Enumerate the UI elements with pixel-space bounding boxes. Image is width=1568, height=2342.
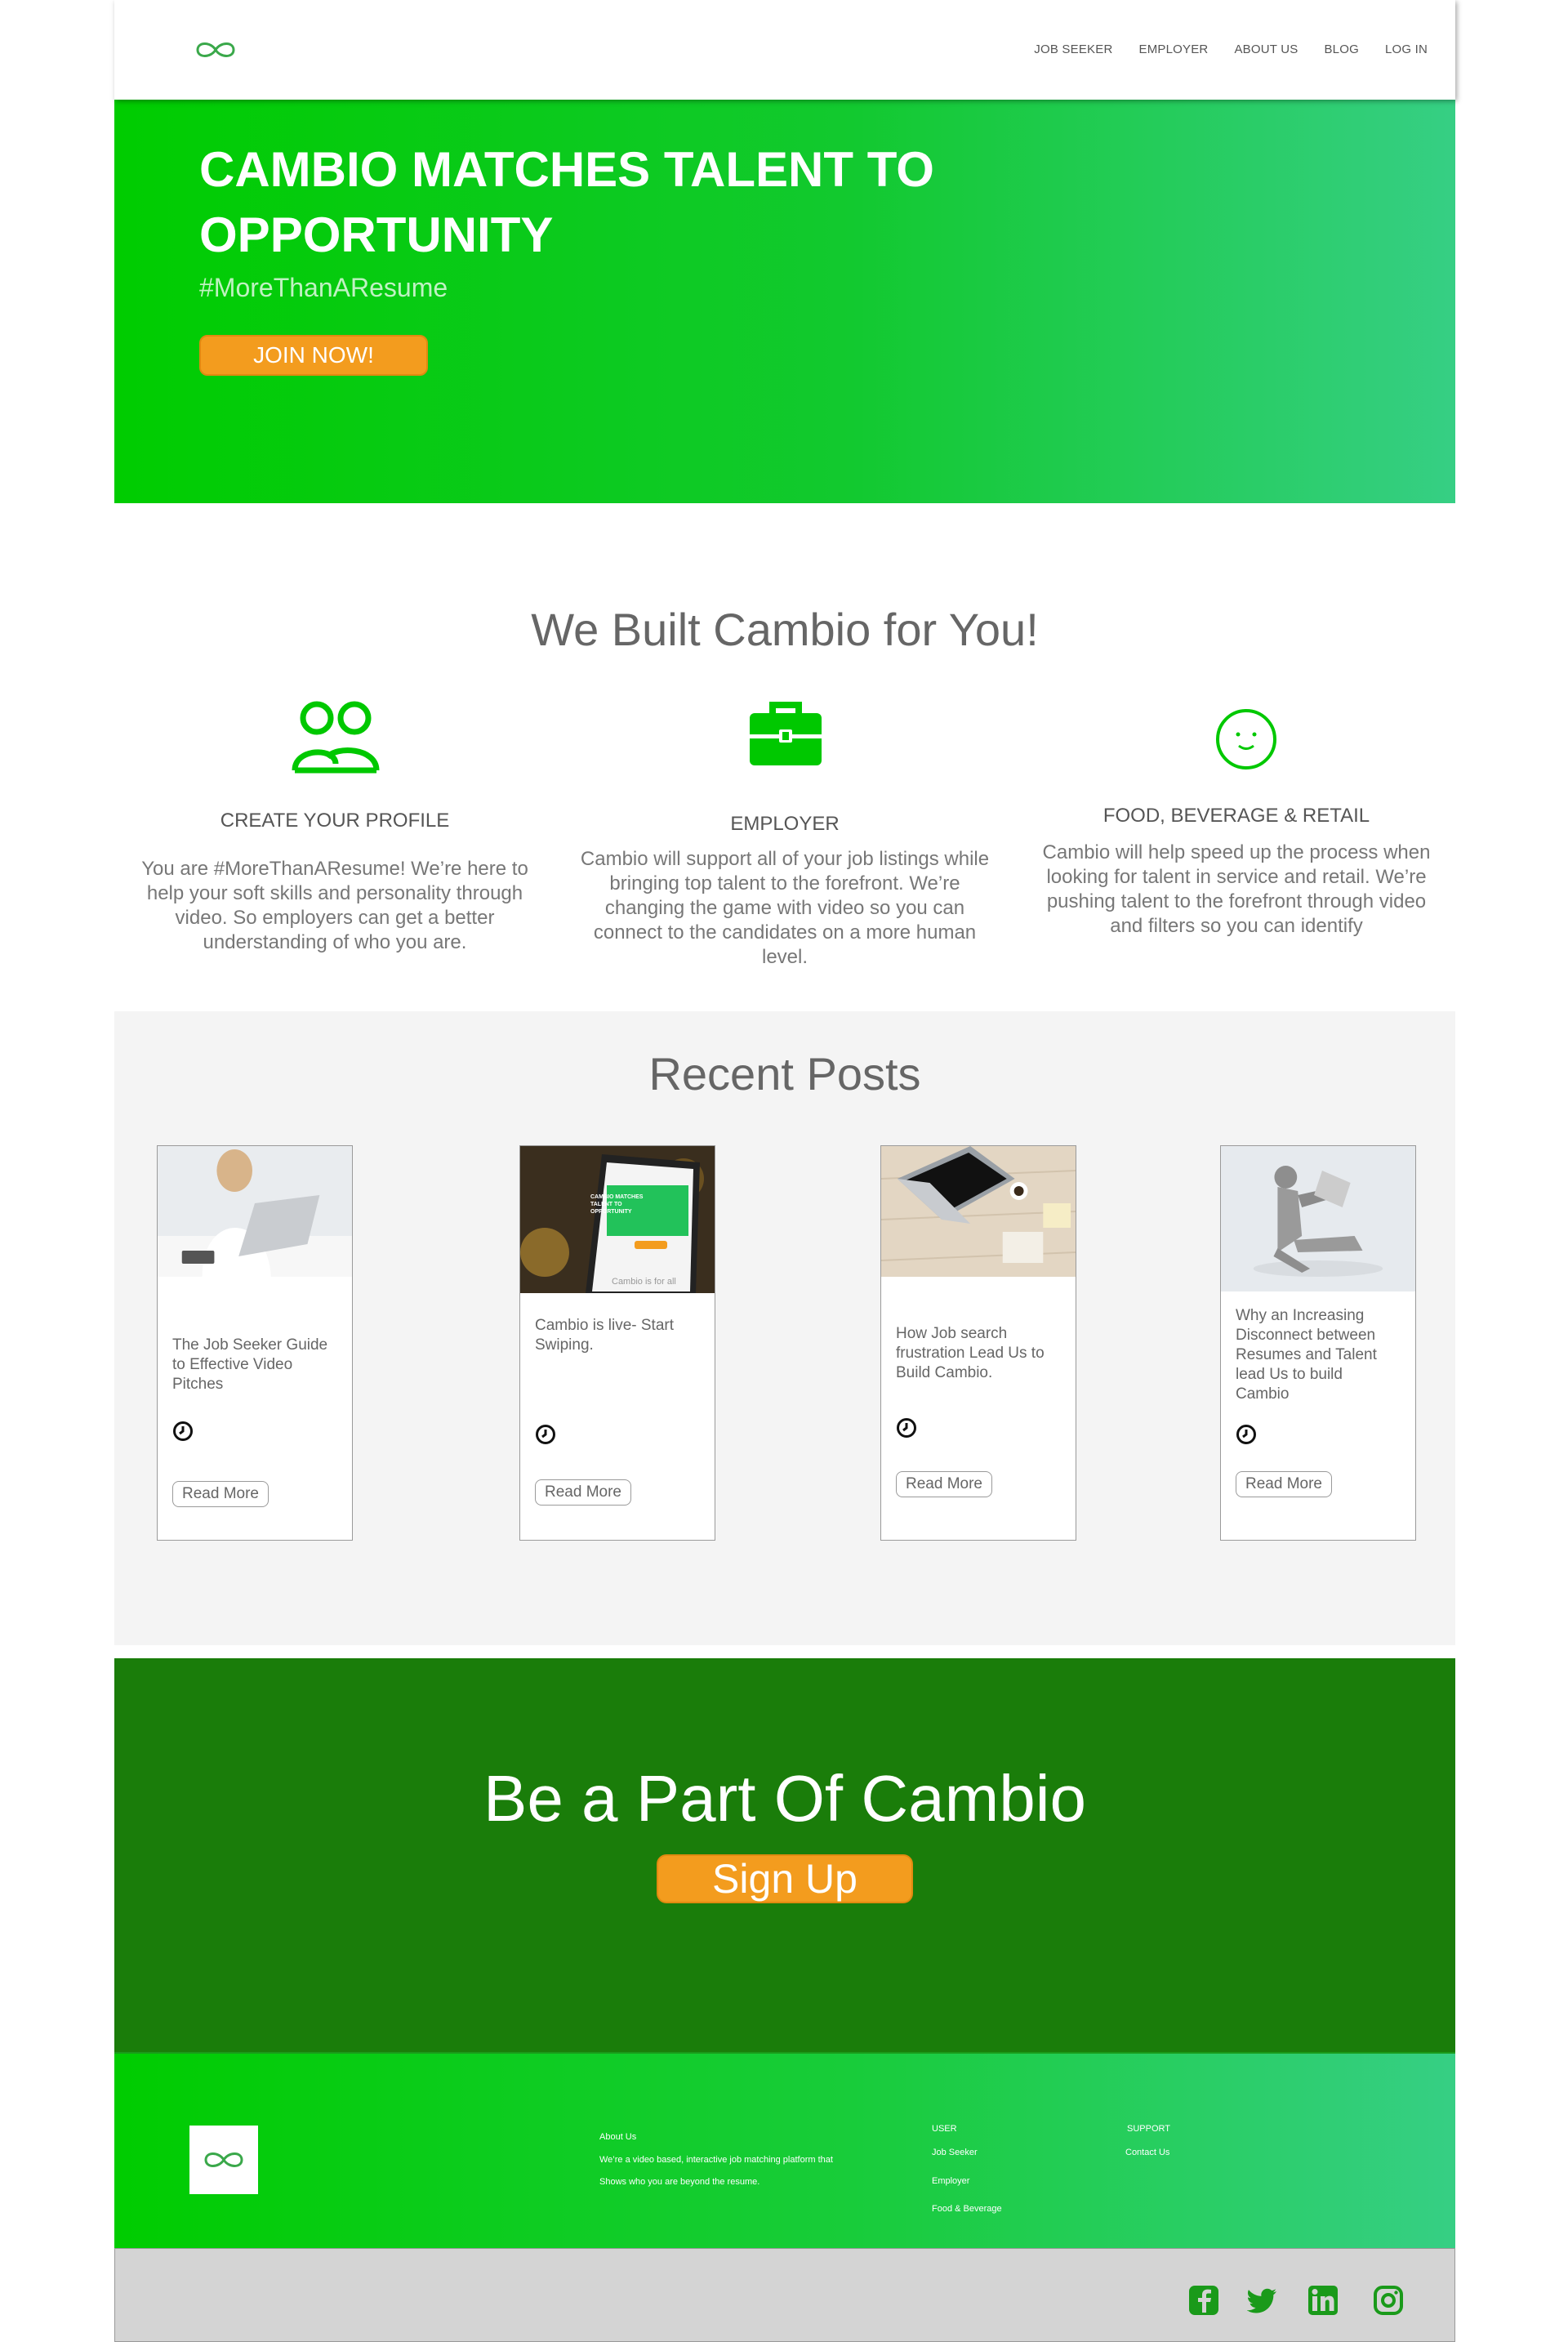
clock-icon <box>173 1421 193 1441</box>
cta-section: Be a Part Of Cambio Sign Up <box>114 1658 1455 2052</box>
footer-logo[interactable] <box>189 2126 258 2194</box>
join-now-button[interactable]: JOIN NOW! <box>199 335 428 376</box>
feature-title: FOOD, BEVERAGE & RETAIL <box>1102 805 1370 827</box>
feature-description: Cambio will support all of your job list… <box>580 848 990 968</box>
footer-support-heading: SUPPORT <box>1127 2124 1170 2134</box>
feature-employer: EMPLOYER Cambio will support all of your… <box>572 698 998 976</box>
post-image-phone: CAMBIO MATCHES TALENT TO OPPORTUNITY Cam… <box>520 1146 715 1293</box>
smiley-icon <box>1216 709 1276 770</box>
recent-posts-section: Recent Posts The Job Seeker Guide to Eff… <box>114 1011 1455 1645</box>
post-image-figure-reading <box>1221 1146 1415 1291</box>
post-card[interactable]: CAMBIO MATCHES TALENT TO OPPORTUNITY Cam… <box>519 1145 715 1541</box>
read-more-button[interactable]: Read More <box>1236 1471 1332 1497</box>
nav-item-job-seeker[interactable]: JOB SEEKER <box>1034 42 1112 56</box>
nav-item-employer[interactable]: EMPLOYER <box>1138 42 1208 56</box>
briefcase-icon <box>750 702 822 765</box>
page: JOB SEEKER EMPLOYER ABOUT US BLOG LOG IN… <box>114 0 1455 2342</box>
phone-screen-caption: Cambio is for all <box>612 1277 676 1287</box>
cta-title: Be a Part Of Cambio <box>483 1762 1087 1835</box>
post-title[interactable]: The Job Seeker Guide to Effective Video … <box>172 1336 336 1394</box>
hero-tagline: #MoreThanAResume <box>199 273 448 302</box>
read-more-button[interactable]: Read More <box>172 1481 269 1507</box>
twitter-icon[interactable] <box>1247 2285 1278 2316</box>
people-icon <box>292 701 380 774</box>
nav-item-log-in[interactable]: LOG IN <box>1385 42 1428 56</box>
feature-food-beverage-retail: FOOD, BEVERAGE & RETAIL Cambio will help… <box>1032 698 1441 976</box>
social-bar <box>114 2248 1455 2342</box>
nav-item-blog[interactable]: BLOG <box>1324 42 1358 56</box>
post-card[interactable]: The Job Seeker Guide to Effective Video … <box>157 1145 353 1541</box>
recent-posts-title: Recent Posts <box>648 1048 921 1100</box>
footer-about-text: We’re a video based, interactive job mat… <box>599 2155 833 2165</box>
post-title[interactable]: Cambio is live- Start Swiping. <box>535 1316 698 1355</box>
feature-create-profile: CREATE YOUR PROFILE You are #MoreThanARe… <box>131 698 539 976</box>
footer-link-job-seeker[interactable]: Job Seeker <box>932 2148 978 2157</box>
feature-description: Cambio will help speed up the process wh… <box>1042 841 1431 937</box>
infinity-icon <box>204 2152 243 2167</box>
hero-title: CAMBIO MATCHES TALENT TO OPPORTUNITY <box>199 142 934 262</box>
footer-user-heading: USER <box>932 2124 957 2134</box>
post-title[interactable]: How Job search frustration Lead Us to Bu… <box>896 1324 1059 1383</box>
hero-banner: CAMBIO MATCHES TALENT TO OPPORTUNITY #Mo… <box>114 100 1455 503</box>
linkedin-icon[interactable] <box>1307 2285 1339 2316</box>
post-title[interactable]: Why an Increasing Disconnect between Res… <box>1236 1306 1399 1404</box>
post-card[interactable]: How Job search frustration Lead Us to Bu… <box>880 1145 1076 1541</box>
footer-link-food-beverage[interactable]: Food & Beverage <box>932 2204 1002 2214</box>
post-card[interactable]: Why an Increasing Disconnect between Res… <box>1220 1145 1416 1541</box>
footer: About Us We’re a video based, interactiv… <box>114 2052 1455 2248</box>
feature-description: You are #MoreThanAResume! We’re here to … <box>141 858 528 953</box>
clock-icon <box>1236 1425 1256 1444</box>
facebook-icon[interactable] <box>1188 2285 1219 2316</box>
footer-about-heading: About Us <box>599 2132 637 2142</box>
read-more-button[interactable]: Read More <box>896 1471 992 1497</box>
post-image-laptop-desk <box>881 1146 1076 1277</box>
feature-title: CREATE YOUR PROFILE <box>220 810 450 832</box>
phone-screen-text: CAMBIO MATCHES TALENT TO OPPORTUNITY <box>590 1194 644 1215</box>
feature-title: EMPLOYER <box>730 813 840 835</box>
sign-up-button[interactable]: Sign Up <box>657 1854 913 1903</box>
infinity-icon[interactable] <box>193 38 238 62</box>
read-more-button[interactable]: Read More <box>535 1479 631 1506</box>
footer-link-contact-us[interactable]: Contact Us <box>1125 2148 1169 2157</box>
clock-icon <box>897 1418 916 1438</box>
post-image-woman-laptop <box>158 1146 352 1277</box>
clock-icon <box>536 1425 555 1444</box>
built-section-title: We Built Cambio for You! <box>531 604 1039 655</box>
footer-link-employer[interactable]: Employer <box>932 2176 969 2186</box>
instagram-icon[interactable] <box>1373 2285 1404 2316</box>
footer-about-text: Shows who you are beyond the resume. <box>599 2177 760 2187</box>
nav-menu: JOB SEEKER EMPLOYER ABOUT US BLOG LOG IN <box>1008 42 1428 56</box>
navbar: JOB SEEKER EMPLOYER ABOUT US BLOG LOG IN <box>114 0 1455 100</box>
nav-item-about-us[interactable]: ABOUT US <box>1234 42 1298 56</box>
